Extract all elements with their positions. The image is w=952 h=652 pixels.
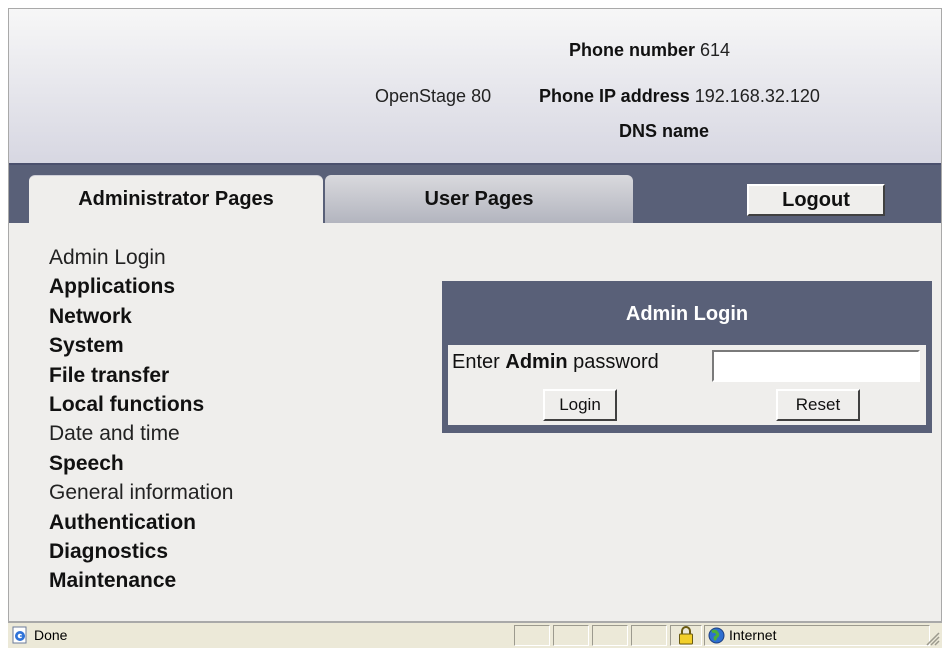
admin-menu: Admin Login Applications Network System … — [49, 243, 233, 596]
tab-user-pages[interactable]: User Pages — [325, 175, 633, 223]
status-cell — [592, 625, 628, 646]
phone-info-header: Phone number 614 OpenStage 80 Phone IP a… — [9, 9, 941, 165]
menu-item-system[interactable]: System — [49, 331, 233, 360]
dns-name-label: DNS name — [619, 121, 710, 141]
menu-item-diagnostics[interactable]: Diagnostics — [49, 537, 233, 566]
browser-content-frame: Phone number 614 OpenStage 80 Phone IP a… — [8, 8, 942, 622]
menu-item-maintenance[interactable]: Maintenance — [49, 566, 233, 595]
logout-button[interactable]: Logout — [747, 184, 885, 216]
browser-status-bar: Done Internet — [8, 622, 942, 648]
phone-number-value: 614 — [700, 40, 731, 60]
password-label-prefix: Enter — [452, 351, 500, 373]
phone-ip-value: 192.168.32.120 — [694, 86, 820, 106]
phone-ip-line: Phone IP address 192.168.32.120 — [539, 86, 820, 107]
password-input[interactable] — [712, 350, 920, 382]
phone-model: OpenStage 80 — [375, 86, 492, 106]
dns-name-line: DNS name — [619, 121, 709, 142]
reset-button[interactable]: Reset — [776, 389, 860, 421]
status-cell — [553, 625, 589, 646]
ie-page-icon — [12, 626, 27, 644]
menu-item-speech[interactable]: Speech — [49, 449, 233, 478]
menu-item-file-transfer[interactable]: File transfer — [49, 361, 233, 390]
status-cell — [514, 625, 550, 646]
menu-item-general-information[interactable]: General information — [49, 478, 233, 507]
globe-icon — [708, 627, 725, 644]
tab-administrator-pages[interactable]: Administrator Pages — [29, 175, 323, 223]
menu-item-network[interactable]: Network — [49, 302, 233, 331]
status-text: Done — [34, 627, 68, 643]
password-label-bold: Admin — [505, 351, 568, 373]
admin-login-panel: Admin Login Enter Admin password Login R… — [442, 281, 932, 433]
phone-number-line: Phone number 614 — [569, 40, 730, 61]
menu-item-authentication[interactable]: Authentication — [49, 508, 233, 537]
login-panel-title: Admin Login — [625, 303, 749, 325]
phone-ip-label: Phone IP address — [539, 86, 690, 106]
lock-icon — [679, 626, 693, 645]
tab-bar: Administrator Pages User Pages Logout — [9, 165, 941, 223]
menu-item-local-functions[interactable]: Local functions — [49, 390, 233, 419]
resize-grip-icon[interactable] — [924, 630, 940, 646]
zone-text: Internet — [729, 627, 777, 643]
status-cell — [631, 625, 667, 646]
login-button[interactable]: Login — [543, 389, 617, 421]
menu-item-admin-login[interactable]: Admin Login — [49, 243, 233, 272]
login-form: Enter Admin password Login Reset — [448, 345, 926, 425]
password-label: Enter Admin password — [452, 351, 659, 374]
menu-item-date-and-time[interactable]: Date and time — [49, 419, 233, 448]
password-label-suffix: password — [573, 351, 659, 373]
menu-item-applications[interactable]: Applications — [49, 272, 233, 301]
phone-number-label: Phone number — [569, 40, 696, 60]
